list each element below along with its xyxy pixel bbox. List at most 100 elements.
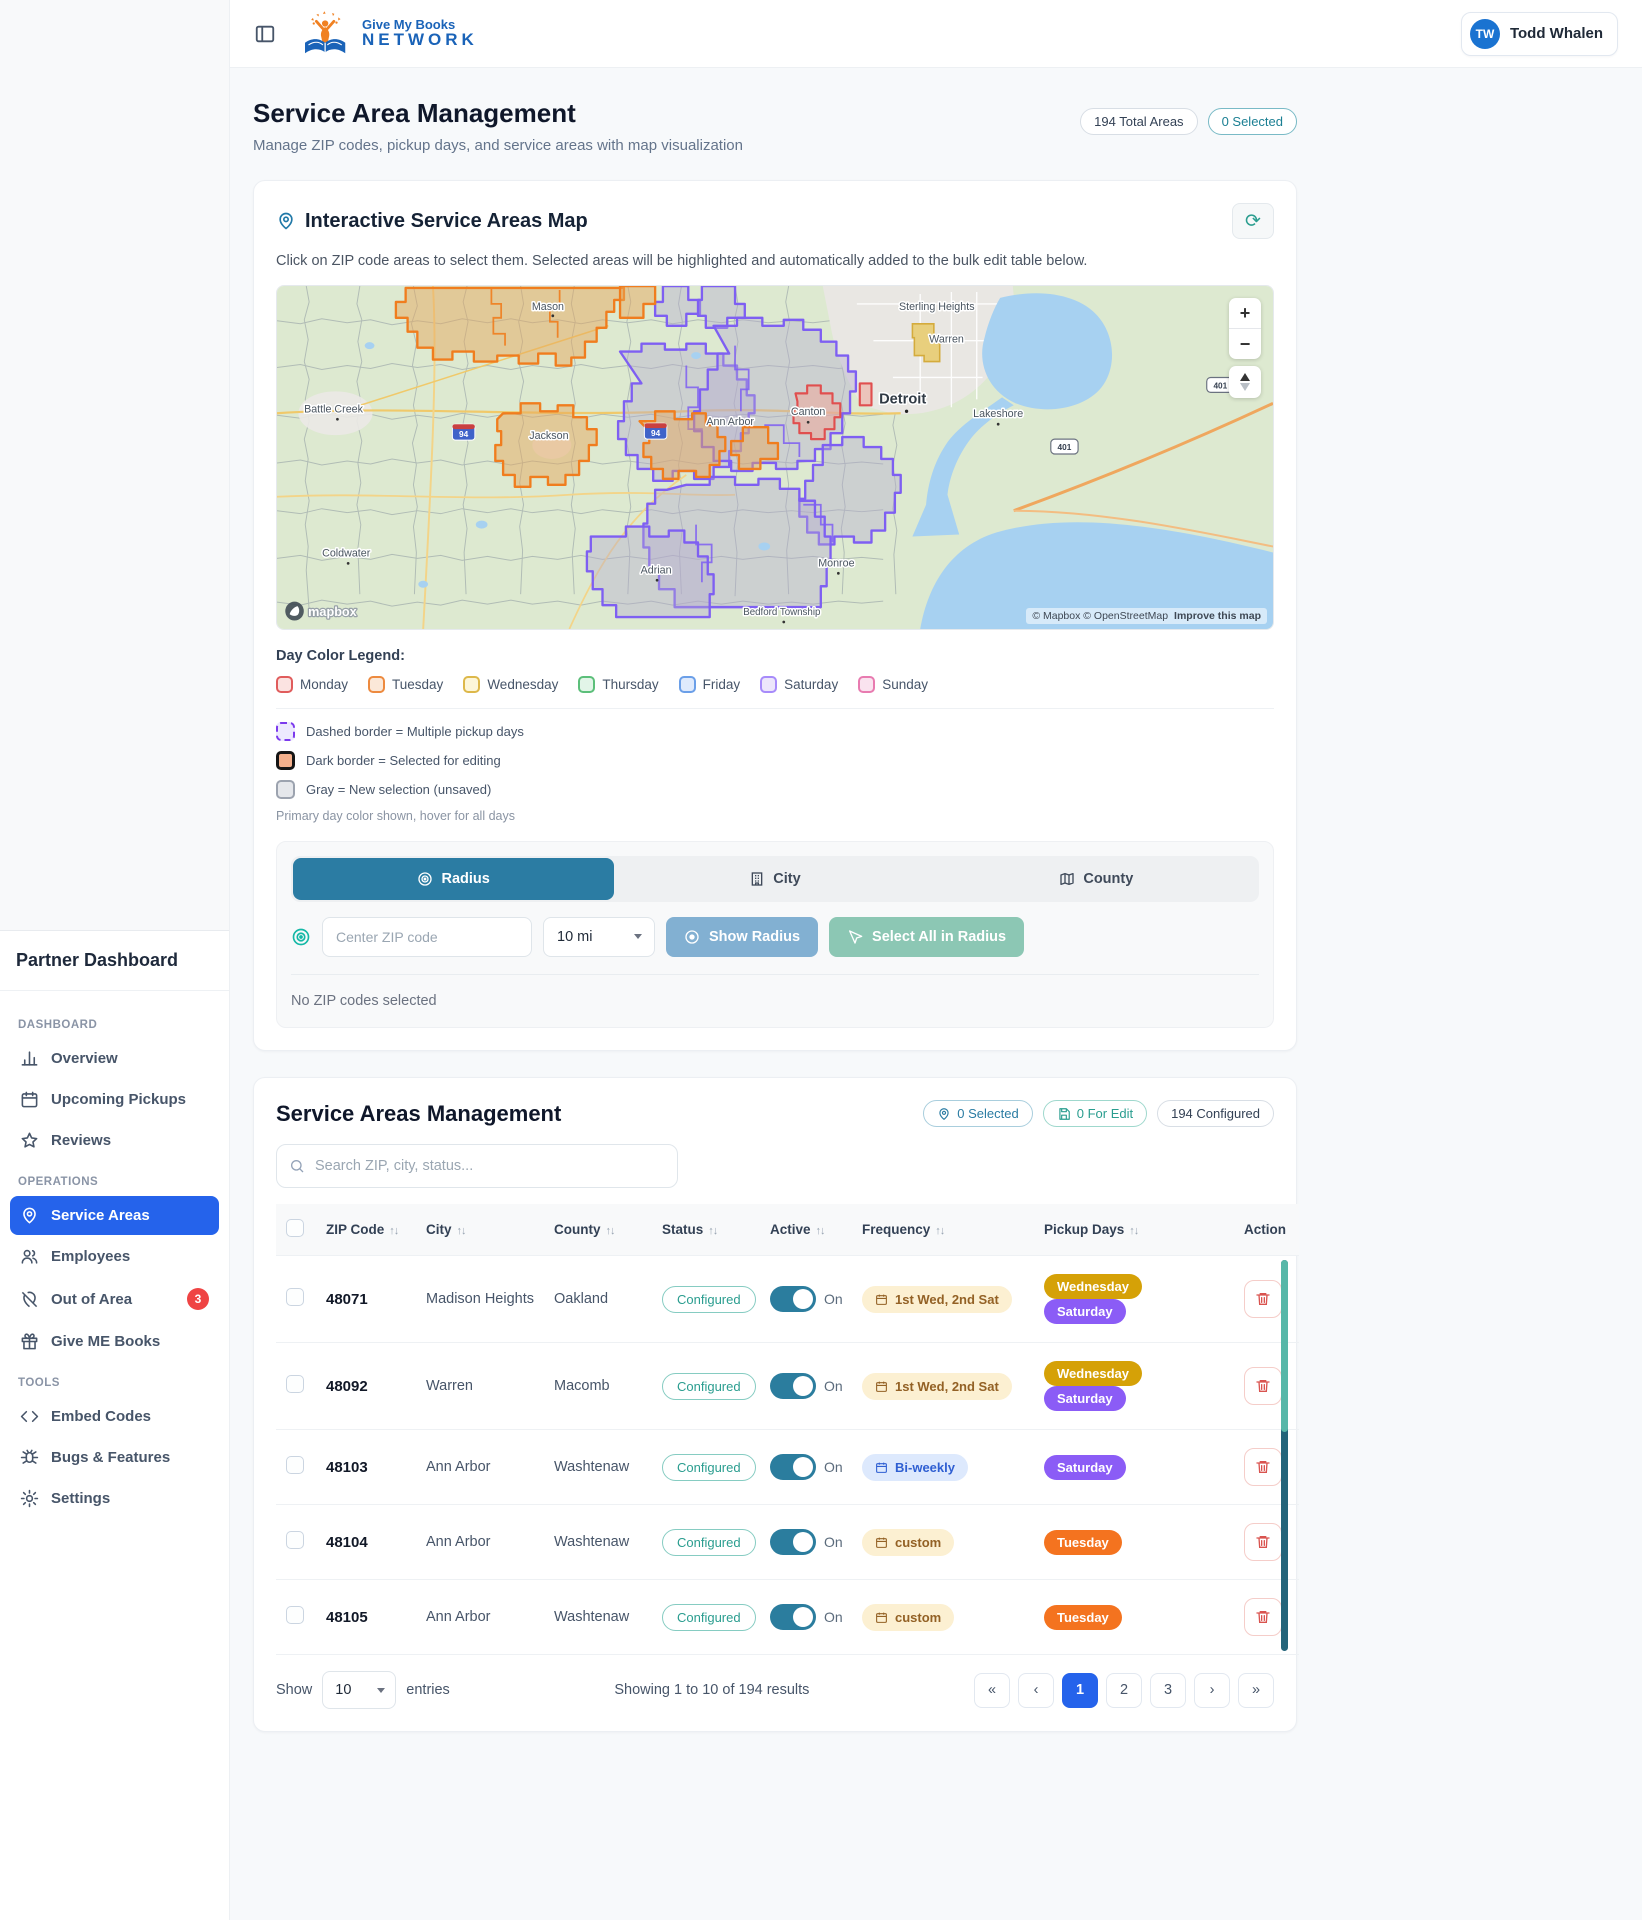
radius-controls-row: 10 mi Show Radius Select All in Radius [291, 917, 1259, 957]
search-icon [289, 1158, 305, 1174]
avatar: TW [1470, 19, 1500, 49]
radius-distance-select[interactable]: 10 mi [543, 917, 655, 957]
tab-radius[interactable]: Radius [293, 858, 614, 900]
zoom-out-button[interactable]: − [1229, 329, 1261, 359]
delete-row-button[interactable] [1244, 1523, 1282, 1561]
col-zip: ZIP Code↑↓ [316, 1204, 416, 1256]
page-subtitle: Manage ZIP codes, pickup days, and servi… [253, 137, 743, 154]
legend-note-gray: Gray = New selection (unsaved) [276, 780, 1274, 799]
sidebar-item-out-of-area[interactable]: Out of Area 3 [10, 1278, 219, 1320]
sort-icon[interactable]: ↑↓ [457, 1225, 466, 1237]
location-pin-icon [276, 211, 296, 231]
compass-button[interactable] [1229, 366, 1261, 398]
sidebar-item-employees[interactable]: Employees [10, 1237, 219, 1276]
trash-icon [1255, 1459, 1271, 1475]
zoom-in-button[interactable]: + [1229, 298, 1261, 328]
sidebar: Partner Dashboard DASHBOARD Overview Upc… [0, 0, 230, 1920]
sidebar-item-give-me-books[interactable]: Give ME Books [10, 1322, 219, 1361]
svg-text:94: 94 [459, 429, 469, 439]
sidebar-item-service-areas[interactable]: Service Areas [10, 1196, 219, 1235]
tab-county[interactable]: County [936, 858, 1257, 900]
toggle-knob [793, 1376, 813, 1396]
page-size-select[interactable]: 10 [322, 1671, 396, 1709]
show-radius-button[interactable]: Show Radius [666, 917, 818, 957]
next-page-button[interactable]: › [1194, 1673, 1230, 1708]
calendar-icon [20, 1090, 39, 1109]
legend-day-sunday: Sunday [858, 676, 928, 693]
last-page-button[interactable]: » [1238, 1673, 1274, 1708]
sort-icon[interactable]: ↑↓ [1129, 1225, 1138, 1237]
active-toggle[interactable] [770, 1454, 816, 1480]
no-zip-selected-text: No ZIP codes selected [291, 993, 1259, 1009]
active-toggle[interactable] [770, 1529, 816, 1555]
table-card-title: Service Areas Management [276, 1101, 561, 1127]
attribution-text[interactable]: © Mapbox © OpenStreetMap [1032, 610, 1168, 622]
brand-text: Give My Books NETWORK [362, 18, 478, 49]
page-2-button[interactable]: 2 [1106, 1673, 1142, 1708]
select-all-checkbox[interactable] [286, 1219, 304, 1237]
sort-icon[interactable]: ↑↓ [935, 1225, 944, 1237]
active-toggle[interactable] [770, 1604, 816, 1630]
page-header: Service Area Management Manage ZIP codes… [253, 98, 1297, 154]
col-city: City↑↓ [416, 1204, 544, 1256]
sidebar-toggle-icon[interactable] [254, 23, 276, 45]
search-input[interactable] [276, 1144, 678, 1188]
calendar-icon [875, 1536, 888, 1549]
sort-icon[interactable]: ↑↓ [606, 1225, 615, 1237]
legend-day-monday: Monday [276, 676, 348, 693]
row-checkbox[interactable] [286, 1456, 304, 1474]
page-3-button[interactable]: 3 [1150, 1673, 1186, 1708]
delete-row-button[interactable] [1244, 1367, 1282, 1405]
user-menu[interactable]: TW Todd Whalen [1461, 12, 1618, 56]
hwy-401-shield-2: 401 [1051, 439, 1078, 454]
delete-row-button[interactable] [1244, 1280, 1282, 1318]
trash-icon [1255, 1378, 1271, 1394]
mapbox-logo[interactable]: mapbox [285, 602, 357, 621]
sidebar-item-overview[interactable]: Overview [10, 1039, 219, 1078]
service-areas-map[interactable]: 94 94 401 401 [276, 285, 1274, 630]
legend-title: Day Color Legend: [276, 648, 1274, 664]
center-zip-input[interactable] [322, 917, 532, 957]
sidebar-item-embed-codes[interactable]: Embed Codes [10, 1397, 219, 1436]
map-canvas[interactable]: 94 94 401 401 [277, 286, 1273, 629]
sidebar-item-bugs-features[interactable]: Bugs & Features [10, 1438, 219, 1477]
brand-logo[interactable]: Give My Books NETWORK [298, 7, 478, 61]
calendar-icon [875, 1293, 888, 1306]
zip-cell: 48092 [316, 1343, 416, 1430]
delete-row-button[interactable] [1244, 1448, 1282, 1486]
refresh-map-button[interactable]: ⟳ [1232, 203, 1274, 239]
pickup-day-pill: Saturday [1044, 1299, 1126, 1324]
interactive-map-card: Interactive Service Areas Map ⟳ Click on… [253, 180, 1297, 1051]
prev-page-button[interactable]: ‹ [1018, 1673, 1054, 1708]
table-row: 48071 Madison Heights Oakland Configured… [276, 1256, 1299, 1343]
row-checkbox[interactable] [286, 1375, 304, 1393]
active-toggle[interactable] [770, 1286, 816, 1312]
tuesday-swatch [368, 676, 385, 693]
friday-swatch [679, 676, 696, 693]
svg-text:94: 94 [651, 428, 661, 438]
row-checkbox[interactable] [286, 1606, 304, 1624]
save-icon [1057, 1107, 1071, 1121]
scrollbar-thumb[interactable] [1281, 1260, 1288, 1432]
map-card-description: Click on ZIP code areas to select them. … [276, 253, 1274, 269]
sort-icon[interactable]: ↑↓ [816, 1225, 825, 1237]
sort-icon[interactable]: ↑↓ [389, 1225, 398, 1237]
for-edit-badge: 0 For Edit [1043, 1100, 1147, 1127]
sort-icon[interactable]: ↑↓ [708, 1225, 717, 1237]
sidebar-item-settings[interactable]: Settings [10, 1479, 219, 1518]
svg-text:401: 401 [1213, 380, 1227, 390]
active-toggle[interactable] [770, 1373, 816, 1399]
improve-map-link[interactable]: Improve this map [1174, 610, 1261, 622]
tab-city[interactable]: City [614, 858, 935, 900]
main-area: Give My Books NETWORK TW Todd Whalen Ser… [230, 0, 1642, 1920]
sidebar-item-upcoming-pickups[interactable]: Upcoming Pickups [10, 1080, 219, 1119]
delete-row-button[interactable] [1244, 1598, 1282, 1636]
page-1-button[interactable]: 1 [1062, 1673, 1098, 1708]
first-page-button[interactable]: « [974, 1673, 1010, 1708]
sidebar-item-reviews[interactable]: Reviews [10, 1121, 219, 1160]
table-scrollbar[interactable] [1281, 1260, 1288, 1651]
row-checkbox[interactable] [286, 1531, 304, 1549]
select-all-in-radius-button[interactable]: Select All in Radius [829, 917, 1024, 957]
row-checkbox[interactable] [286, 1288, 304, 1306]
city-cell: Warren [416, 1343, 544, 1430]
